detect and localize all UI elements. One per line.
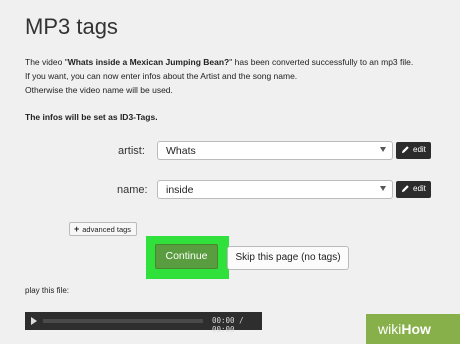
name-edit-button[interactable]: edit: [396, 181, 431, 198]
progress-track[interactable]: [43, 319, 203, 323]
artist-select[interactable]: Whats: [157, 141, 393, 160]
chevron-down-icon: [380, 147, 386, 152]
plus-icon: +: [74, 224, 80, 234]
page-title: MP3 tags: [25, 14, 118, 39]
pencil-icon: [401, 146, 409, 154]
name-label: name:: [117, 184, 148, 196]
skip-button[interactable]: Skip this page (no tags): [227, 246, 349, 270]
name-select[interactable]: inside: [157, 180, 393, 199]
artist-edit-button[interactable]: edit: [396, 142, 431, 159]
play-icon[interactable]: [31, 317, 37, 325]
video-name: Whats inside a Mexican Jumping Bean?: [67, 57, 230, 67]
chevron-down-icon: [380, 186, 386, 191]
continue-highlight: Continue: [146, 236, 229, 279]
continue-button[interactable]: Continue: [155, 244, 218, 269]
pencil-icon: [401, 185, 409, 193]
infos-heading: The infos will be set as ID3-Tags.: [25, 112, 158, 122]
intro-text: The video "Whats inside a Mexican Jumpin…: [25, 57, 414, 95]
advanced-tags-button[interactable]: + advanced tags: [69, 222, 138, 236]
artist-label: artist:: [118, 145, 145, 157]
audio-player: 00:00 / 00:00: [25, 312, 262, 334]
play-label: play this file:: [25, 286, 70, 295]
time-readout: 00:00 / 00:00: [212, 316, 244, 334]
wikihow-watermark: wikiHow: [366, 314, 460, 344]
